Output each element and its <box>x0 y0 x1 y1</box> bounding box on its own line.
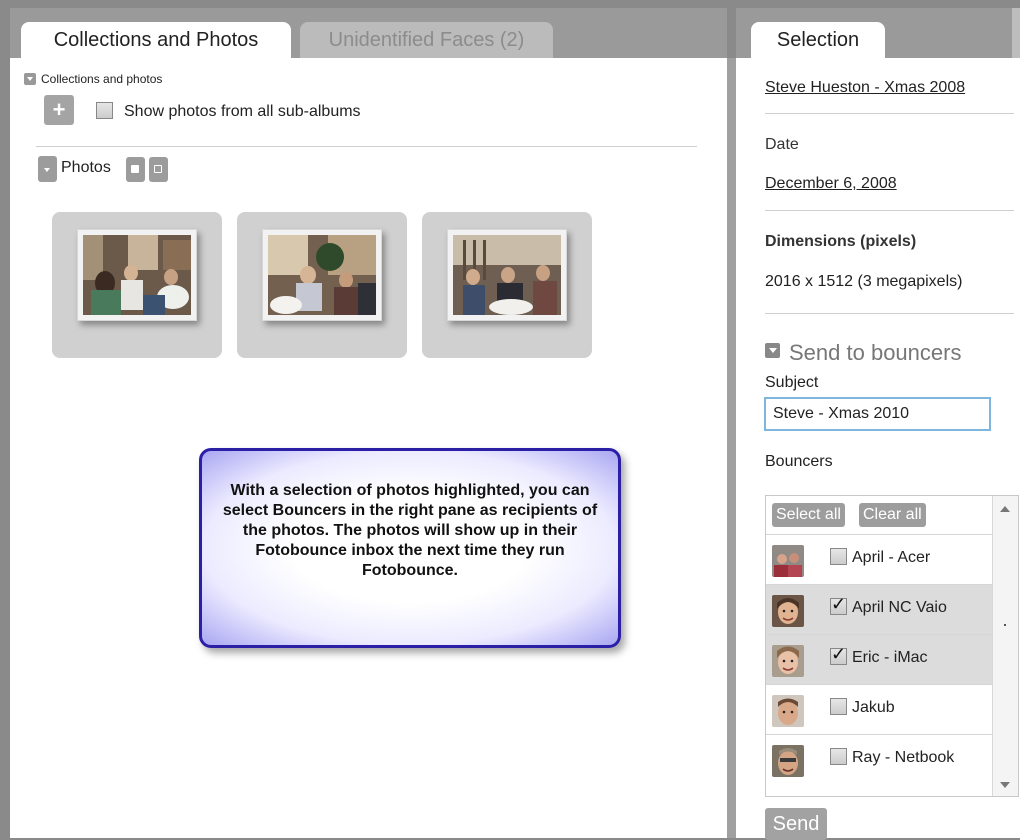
photo-thumbnail[interactable] <box>237 212 407 358</box>
album-link[interactable]: Steve Hueston - Xmas 2008 <box>765 79 965 97</box>
photo-frame <box>262 229 382 321</box>
scroll-down-icon[interactable] <box>1000 782 1010 788</box>
bouncer-name: April NC Vaio <box>852 599 947 616</box>
scroll-up-icon[interactable] <box>1000 506 1010 512</box>
divider <box>765 313 1014 314</box>
avatar <box>772 745 804 777</box>
avatar <box>772 545 804 577</box>
selection-pane: Selection Steve Hueston - Xmas 2008 Date… <box>736 8 1020 840</box>
callout-text: With a selection of photos highlighted, … <box>222 482 598 579</box>
subject-input[interactable]: Steve - Xmas 2010 <box>764 397 991 431</box>
send-to-bouncers-header[interactable]: Send to bouncers <box>765 340 961 366</box>
collapse-send-icon[interactable] <box>765 343 780 358</box>
scroll-thumb[interactable] <box>997 520 1013 755</box>
select-all-button[interactable]: Select all <box>772 503 845 527</box>
date-link[interactable]: December 6, 2008 <box>765 175 897 193</box>
bouncers-label: Bouncers <box>765 453 833 470</box>
tab-unidentified-faces[interactable]: Unidentified Faces (2) <box>300 22 553 58</box>
pane-splitter[interactable] <box>727 58 736 838</box>
right-tab-bar: Selection <box>736 8 1020 58</box>
photo-thumbnail[interactable] <box>422 212 592 358</box>
dimensions-label: Dimensions (pixels) <box>765 233 917 250</box>
avatar <box>772 595 804 627</box>
collapse-collections-icon[interactable] <box>24 73 36 85</box>
bouncers-list: Select all Clear all April - Acer April … <box>765 495 1019 797</box>
divider <box>765 113 1014 114</box>
show-sub-albums-checkbox[interactable] <box>96 102 113 119</box>
photo-frame <box>77 229 197 321</box>
list-item[interactable]: Eric - iMac <box>766 634 992 685</box>
clear-all-button[interactable]: Clear all <box>859 503 926 527</box>
date-label: Date <box>765 136 799 153</box>
view-small-icon[interactable] <box>149 157 168 182</box>
list-item[interactable]: April NC Vaio <box>766 584 992 635</box>
view-large-icon[interactable] <box>126 157 145 182</box>
add-collection-button[interactable]: + <box>44 95 74 125</box>
avatar <box>772 695 804 727</box>
bouncer-checkbox[interactable] <box>830 594 847 615</box>
divider <box>765 210 1014 211</box>
bouncer-name: Ray - Netbook <box>852 749 955 766</box>
photo-image <box>453 235 561 315</box>
show-sub-albums-label: Show photos from all sub-albums <box>124 103 361 120</box>
collapse-photos-icon[interactable] <box>38 156 57 182</box>
photo-frame <box>447 229 567 321</box>
bouncer-name: April - Acer <box>852 549 931 566</box>
bouncers-toolbar: Select all Clear all <box>766 496 992 534</box>
list-item[interactable]: Ray - Netbook <box>766 734 992 785</box>
photos-label: Photos <box>61 159 111 176</box>
bouncer-checkbox[interactable] <box>830 698 847 715</box>
list-item[interactable]: Jakub <box>766 684 992 735</box>
bouncer-checkbox[interactable] <box>830 548 847 565</box>
dimensions-value: 2016 x 1512 (3 megapixels) <box>765 273 963 290</box>
section-divider <box>36 146 697 147</box>
bouncer-checkbox[interactable] <box>830 644 847 665</box>
tab-selection[interactable]: Selection <box>751 22 885 58</box>
subject-label: Subject <box>765 374 819 391</box>
photo-thumbnail[interactable] <box>52 212 222 358</box>
avatar <box>772 645 804 677</box>
info-callout: With a selection of photos highlighted, … <box>199 448 621 648</box>
bouncers-scrollbar[interactable] <box>992 496 1018 796</box>
tab-collections-and-photos[interactable]: Collections and Photos <box>21 22 291 58</box>
photo-image <box>268 235 376 315</box>
send-button[interactable]: Send <box>765 808 827 840</box>
bouncer-name: Jakub <box>852 699 895 716</box>
tab-bar-edge <box>1012 8 1020 58</box>
left-tab-bar: Collections and Photos Unidentified Face… <box>10 8 727 58</box>
bouncer-name: Eric - iMac <box>852 649 928 666</box>
send-to-bouncers-title: Send to bouncers <box>789 340 962 365</box>
bouncer-checkbox[interactable] <box>830 748 847 765</box>
photo-image <box>83 235 191 315</box>
list-item[interactable]: April - Acer <box>766 534 992 585</box>
collections-header: Collections and photos <box>41 72 163 86</box>
collections-pane: Collections and Photos Unidentified Face… <box>10 8 727 838</box>
